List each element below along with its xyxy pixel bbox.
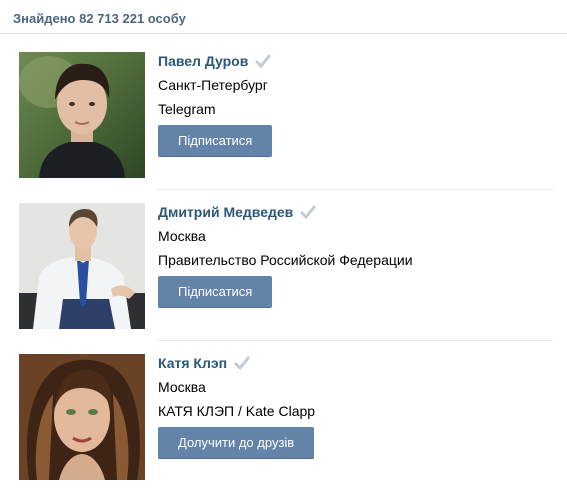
- results-count-header: Знайдено 82 713 221 особу: [0, 0, 567, 34]
- person-extra-info: Telegram: [158, 101, 216, 117]
- follow-button[interactable]: Підписатися: [158, 276, 273, 308]
- action-wrap: Підписатися: [158, 276, 413, 308]
- person-name-link[interactable]: Катя Клэп: [158, 355, 227, 371]
- name-row: Катя Клэп: [158, 354, 315, 372]
- divider: [157, 189, 553, 190]
- search-result-item: Катя Клэп Москва КАТЯ КЛЭП / Kate Clapp …: [0, 354, 567, 504]
- search-result-item: Павел Дуров Санкт-Петербург Telegram Під…: [0, 52, 567, 202]
- avatar[interactable]: [19, 203, 145, 329]
- verified-check-icon: [300, 205, 317, 220]
- add-friend-button[interactable]: Долучити до друзів: [158, 427, 315, 459]
- avatar-photo-durov: [19, 52, 145, 178]
- name-row: Дмитрий Медведев: [158, 203, 413, 221]
- person-info: Катя Клэп Москва КАТЯ КЛЭП / Kate Clapp …: [158, 354, 315, 459]
- action-wrap: Долучити до друзів: [158, 427, 315, 459]
- person-info: Павел Дуров Санкт-Петербург Telegram Під…: [158, 52, 273, 157]
- person-extra-info: КАТЯ КЛЭП / Kate Clapp: [158, 403, 316, 419]
- search-result-item: Дмитрий Медведев Москва Правительство Ро…: [0, 203, 567, 353]
- divider: [157, 340, 553, 341]
- action-wrap: Підписатися: [158, 125, 273, 157]
- avatar-photo-kate: [19, 354, 145, 480]
- person-extra-info: Правительство Российской Федерации: [158, 252, 413, 268]
- person-name-link[interactable]: Павел Дуров: [158, 53, 248, 69]
- results-count-text: Знайдено 82 713 221 особу: [13, 11, 186, 26]
- person-city: Москва: [158, 228, 206, 244]
- avatar-photo-medvedev: [19, 203, 145, 329]
- person-name-link[interactable]: Дмитрий Медведев: [158, 204, 293, 220]
- verified-check-icon: [233, 356, 251, 371]
- avatar[interactable]: [19, 354, 145, 480]
- person-info: Дмитрий Медведев Москва Правительство Ро…: [158, 203, 413, 308]
- person-city: Москва: [158, 379, 206, 395]
- avatar[interactable]: [19, 52, 145, 178]
- person-city: Санкт-Петербург: [158, 77, 268, 93]
- name-row: Павел Дуров: [158, 52, 272, 70]
- verified-check-icon: [255, 54, 272, 69]
- follow-button[interactable]: Підписатися: [158, 125, 273, 157]
